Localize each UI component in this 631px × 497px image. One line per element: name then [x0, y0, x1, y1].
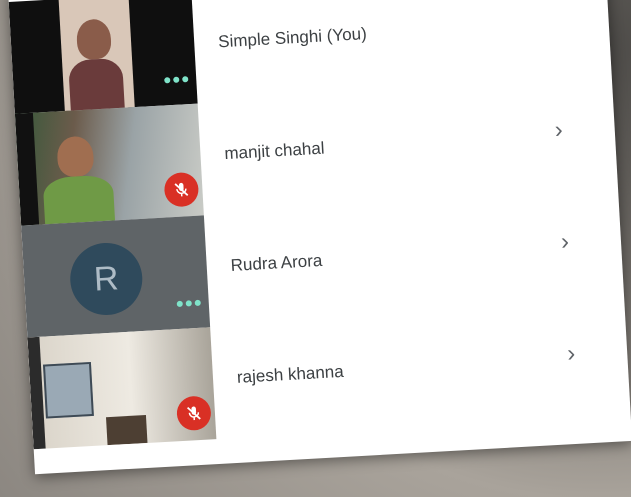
participant-name: Simple Singhi (You)	[217, 24, 368, 52]
participant-body	[68, 57, 125, 111]
participant-body	[42, 174, 116, 225]
participants-panel: Simple Singhi (You) manjit chahal › R Ru…	[8, 0, 631, 475]
video-thumbnail: R	[21, 215, 211, 338]
avatar: R	[68, 241, 145, 317]
more-dots-icon[interactable]	[176, 299, 201, 308]
video-thumbnail	[8, 0, 198, 114]
more-dots-icon[interactable]	[164, 76, 189, 84]
video-thumbnail	[14, 103, 204, 226]
participant-face	[56, 135, 95, 178]
window-frame	[42, 361, 94, 419]
participant-name: manjit chahal	[223, 138, 326, 164]
mic-off-icon	[163, 171, 200, 208]
video-thumbnail	[27, 327, 217, 450]
participant-name: rajesh khanna	[236, 361, 345, 387]
chevron-right-icon[interactable]: ›	[554, 228, 575, 256]
chevron-right-icon[interactable]: ›	[560, 340, 581, 368]
participant-name: Rudra Arora	[230, 250, 323, 275]
mic-off-icon	[175, 395, 212, 432]
chevron-right-icon[interactable]: ›	[548, 116, 569, 144]
